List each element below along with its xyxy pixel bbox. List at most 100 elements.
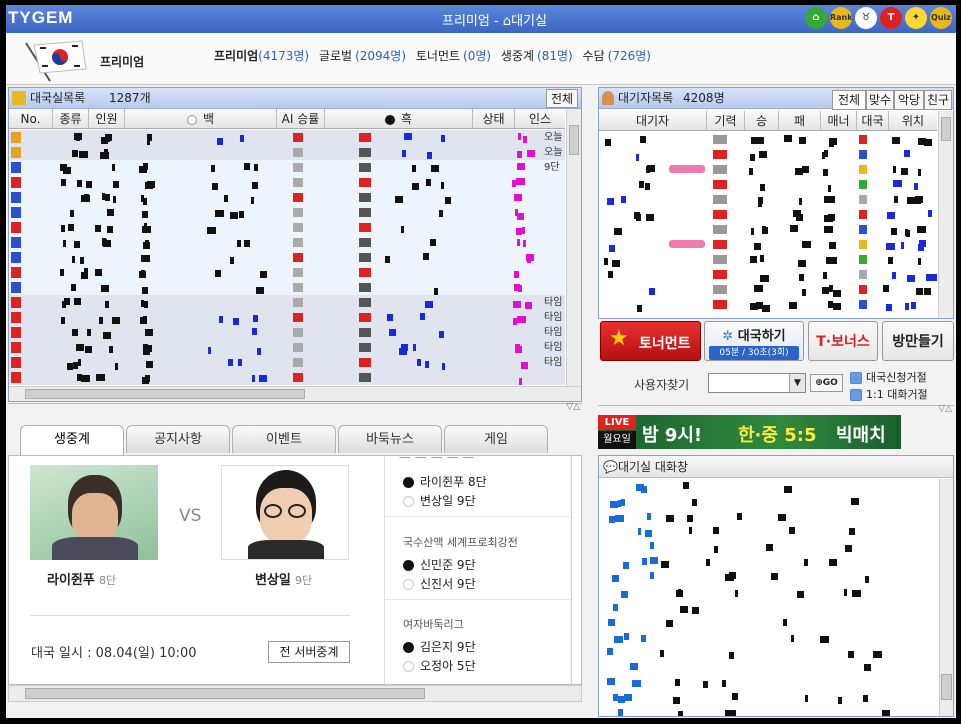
stat-sudam[interactable]: 수담 (726명)	[583, 49, 654, 63]
refuse-chat-checkbox[interactable]	[850, 389, 862, 401]
col-ai-winrate[interactable]: AI 승률	[277, 109, 325, 128]
room-row[interactable]	[9, 205, 565, 220]
waiter-row[interactable]	[599, 297, 937, 312]
waiter-row[interactable]	[599, 162, 937, 177]
tab-notice[interactable]: 공지사항	[126, 425, 230, 453]
refuse-game-checkbox[interactable]	[850, 372, 862, 384]
quiz-icon[interactable]: Quiz	[930, 7, 952, 29]
bulb-icon[interactable]: ✦	[905, 7, 927, 29]
tab-event[interactable]: 이벤트	[232, 425, 336, 453]
make-room-button[interactable]: 방만들기	[882, 321, 954, 361]
refuse-game-option[interactable]: 대국신청거절	[850, 369, 927, 385]
room-all-button[interactable]: 전체	[546, 89, 578, 108]
waiter-row[interactable]	[599, 147, 937, 162]
home-icon[interactable]: ⌂	[805, 7, 827, 29]
room-row[interactable]	[9, 280, 565, 295]
game-1-black[interactable]: 신민준 9단	[403, 556, 476, 573]
col-level[interactable]: 기력	[707, 111, 745, 130]
hscroll-thumb[interactable]	[25, 688, 425, 699]
col-white[interactable]: 백	[125, 109, 277, 128]
scroll-thumb[interactable]	[941, 674, 952, 700]
col-loss[interactable]: 패	[779, 111, 821, 130]
splitter-arrows-icon[interactable]: ▽△	[566, 402, 580, 412]
rank-icon[interactable]: Rank	[830, 7, 853, 29]
dropdown-arrow-icon[interactable]: ▼	[789, 374, 805, 392]
game-1-white[interactable]: 신진서 9단	[403, 575, 476, 592]
col-game[interactable]: 대국	[857, 111, 889, 130]
tab-live[interactable]: 생중계	[20, 425, 124, 455]
room-row[interactable]	[9, 250, 565, 265]
game-list-scrollbar[interactable]	[571, 456, 572, 684]
tab-game[interactable]: 게임	[444, 425, 548, 453]
chat-messages[interactable]	[599, 479, 939, 716]
waiter-row[interactable]	[599, 222, 937, 237]
room-row[interactable]: 타임	[9, 355, 565, 370]
waiter-row[interactable]	[599, 282, 937, 297]
splitter[interactable]: ▽△	[8, 402, 582, 413]
room-row[interactable]: 오늘	[9, 130, 565, 145]
scroll-thumb[interactable]	[941, 117, 951, 141]
game-2-black[interactable]: 김은지 9단	[403, 638, 476, 655]
tab-all[interactable]: 전체	[832, 90, 866, 110]
col-location[interactable]: 위치	[889, 111, 937, 130]
col-black[interactable]: 흑	[325, 109, 473, 128]
room-list-scrollbar[interactable]	[566, 109, 581, 386]
room-row[interactable]	[9, 265, 565, 280]
col-manner[interactable]: 매너	[821, 111, 857, 130]
col-inst[interactable]: 인스	[515, 109, 565, 128]
room-row[interactable]: 9단	[9, 160, 565, 175]
game-0-black[interactable]: 라이쥔푸 8단	[403, 473, 487, 490]
col-win[interactable]: 승	[745, 111, 779, 130]
refuse-chat-option[interactable]: 1:1 대화거절	[850, 386, 928, 402]
room-row[interactable]: 타임	[9, 340, 565, 355]
room-row[interactable]: 오늘	[9, 145, 565, 160]
game-2-white[interactable]: 오정아 5단	[403, 657, 476, 674]
t-icon[interactable]: T	[880, 7, 902, 29]
room-row[interactable]	[9, 175, 565, 190]
col-people[interactable]: 인원	[89, 109, 125, 128]
tournament-button[interactable]: ★ 토너먼트	[600, 321, 701, 361]
col-kind[interactable]: 종류	[53, 109, 89, 128]
t-bonus-button[interactable]: T·보너스	[808, 321, 878, 361]
waiter-row[interactable]	[599, 207, 937, 222]
col-user[interactable]: 대기자	[599, 111, 707, 130]
live-hscrollbar[interactable]	[8, 685, 582, 702]
room-rows[interactable]: 오늘 오늘 9단 타임 타임 타임 타임 타임	[9, 130, 565, 386]
room-row[interactable]: 타임	[9, 310, 565, 325]
waiter-rows[interactable]	[599, 132, 937, 318]
relay-button[interactable]: 전 서버중계	[268, 641, 350, 663]
waiter-row[interactable]	[599, 132, 937, 147]
room-list-hscrollbar[interactable]	[9, 386, 581, 401]
waiter-row[interactable]	[599, 267, 937, 282]
waiter-row[interactable]	[599, 252, 937, 267]
col-no[interactable]: No.	[9, 109, 53, 128]
tab-friend[interactable]: 친구	[924, 90, 952, 110]
scroll-thumb[interactable]	[569, 125, 579, 155]
room-row[interactable]	[9, 190, 565, 205]
waiter-row[interactable]	[599, 177, 937, 192]
col-status[interactable]: 상태	[473, 109, 515, 128]
waiter-row[interactable]	[599, 192, 937, 207]
game-0-white[interactable]: 변상일 9단	[403, 492, 476, 509]
cow-icon[interactable]: ♉	[855, 7, 877, 29]
chat-scrollbar[interactable]	[939, 479, 953, 716]
room-row[interactable]	[9, 220, 565, 235]
tab-baduk-news[interactable]: 바둑뉴스	[338, 425, 442, 453]
waiter-row[interactable]	[599, 237, 937, 252]
go-button[interactable]: ⊕GO	[810, 374, 843, 392]
splitter[interactable]: ▽△	[598, 404, 954, 414]
hscroll-thumb[interactable]	[25, 389, 305, 399]
stat-live[interactable]: 생중계 (81명)	[501, 49, 576, 63]
waiter-list-scrollbar[interactable]	[938, 111, 953, 318]
splitter-arrows-icon[interactable]: ▽△	[938, 404, 952, 414]
room-row[interactable]	[9, 370, 565, 385]
stat-premium[interactable]: 프리미엄(4173명)	[214, 49, 312, 63]
stat-tournament[interactable]: 토너먼트 (0명)	[416, 49, 494, 63]
tab-rival[interactable]: 맞수	[866, 90, 894, 110]
room-row[interactable]: 타임	[9, 325, 565, 340]
room-row[interactable]: 타임	[9, 295, 565, 310]
tab-villain[interactable]: 악당	[894, 90, 924, 110]
event-banner[interactable]: LIVE 월요일 밤 9시! 한·중 5:5 빅매치	[598, 415, 901, 449]
stat-global[interactable]: 글로벌 (2094명)	[319, 49, 409, 63]
play-button[interactable]: ✲ 대국하기 05분 / 30초(3회)	[704, 321, 804, 361]
